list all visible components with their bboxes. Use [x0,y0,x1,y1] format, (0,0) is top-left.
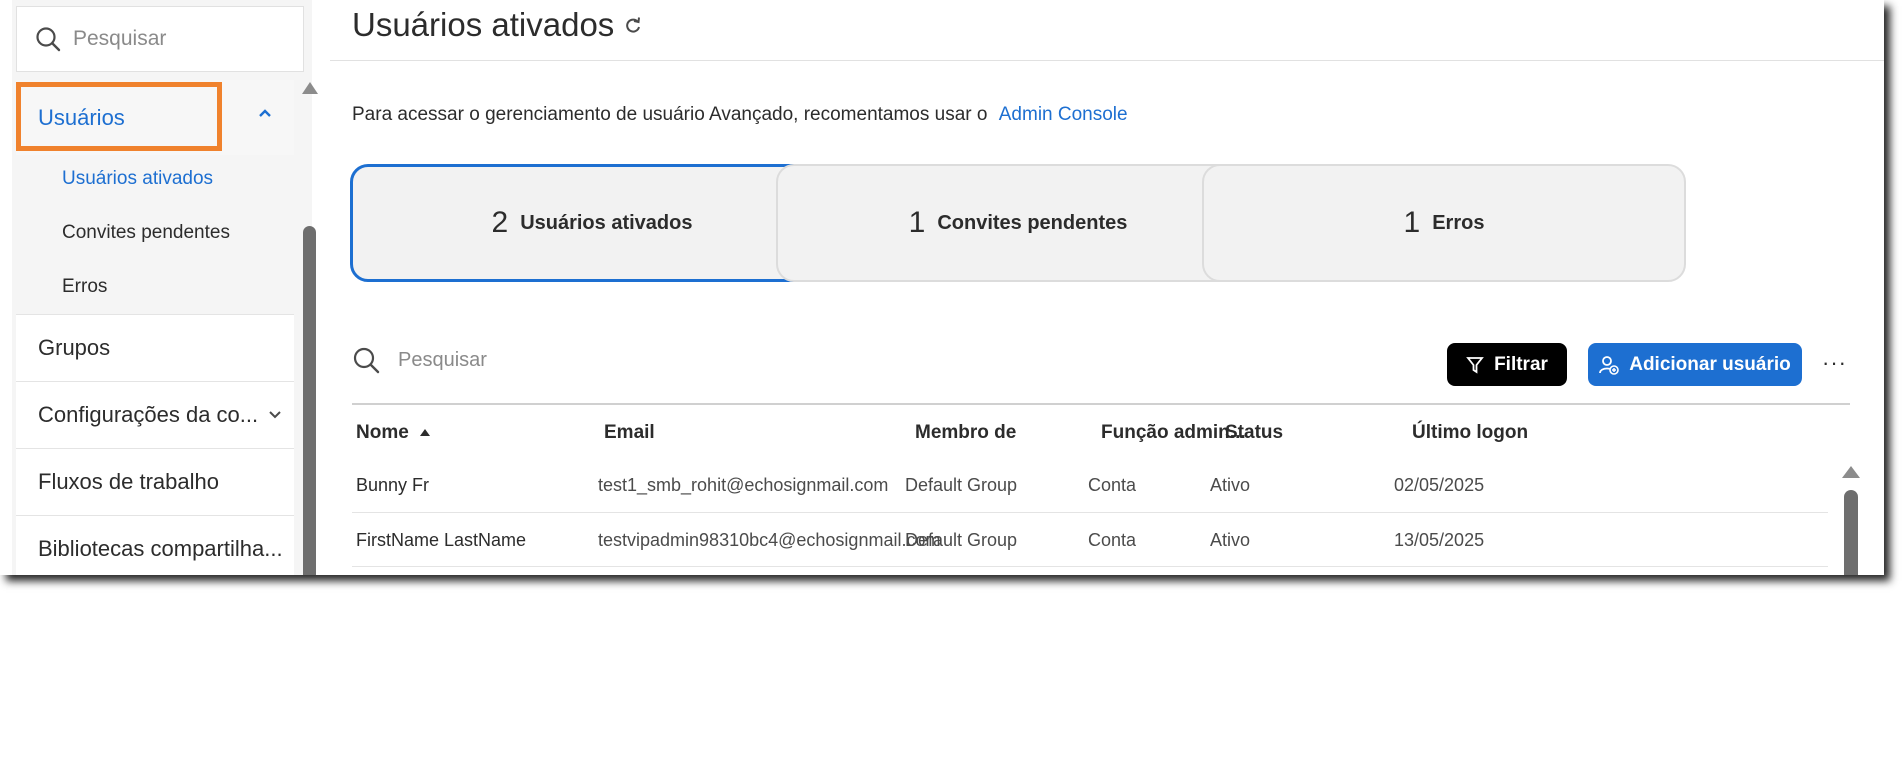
cell-name[interactable]: Bunny Fr [356,475,429,496]
main-content: Usuários ativados Para acessar o gerenci… [330,0,1884,575]
filter-button-label: Filtrar [1494,353,1548,375]
column-header-member-of[interactable]: Membro de [915,422,1016,444]
table-header-divider [352,403,1850,405]
more-options-icon[interactable]: ··· [1822,350,1847,376]
cell-member-of: Default Group [905,530,1018,550]
notice-text: Para acessar o gerenciamento de usuário … [352,104,1128,126]
cell-name[interactable]: FirstName LastName [356,530,526,551]
card-label: Erros [1432,211,1485,234]
page-title-text: Usuários ativados [352,6,615,43]
card-label: Convites pendentes [937,211,1128,234]
search-icon [36,27,61,52]
table-search-input[interactable]: Pesquisar [352,346,487,374]
card-pending-invites[interactable]: 1 Convites pendentes [776,164,1260,282]
table-search-placeholder: Pesquisar [398,348,487,371]
column-header-label: Nome [356,422,409,443]
sidebar-subitem-pending-invites[interactable]: Convites pendentes [16,206,294,260]
card-count: 2 [491,206,509,239]
card-label: Usuários ativados [520,211,693,234]
table-scrollbar-thumb[interactable] [1844,490,1858,575]
cell-admin-role: Conta [1088,530,1137,550]
sidebar-subitem-active-users[interactable]: Usuários ativados [16,152,294,206]
filter-icon [1466,356,1484,374]
sidebar-item-shared-libraries[interactable]: Bibliotecas compartilha... [16,515,294,575]
chevron-up-icon[interactable] [258,108,272,118]
sidebar-scrollbar-thumb[interactable] [303,226,316,575]
column-header-name[interactable]: Nome [356,422,431,444]
card-count: 1 [1403,206,1421,239]
cell-status: Ativo [1210,530,1251,550]
sidebar-scroll-up-arrow[interactable] [302,82,318,94]
cell-email: testvipadmin98310bc4@echosignmail.com [598,530,941,550]
sidebar-item-groups[interactable]: Grupos [16,314,294,381]
card-active-users[interactable]: 2 Usuários ativados [350,164,834,282]
divider [330,60,1884,61]
column-header-email[interactable]: Email [604,422,655,444]
table-scroll-up-arrow[interactable] [1842,466,1860,478]
chevron-down-icon[interactable] [268,410,282,420]
sidebar-item-label: Configurações da co... [38,402,259,427]
card-errors[interactable]: 1 Erros [1202,164,1686,282]
sidebar: Pesquisar Usuários Usuários ativados Con… [12,0,318,575]
sidebar-item-label: Grupos [38,335,111,360]
app-window: Pesquisar Usuários Usuários ativados Con… [0,0,1884,575]
sidebar-subitem-label: Erros [62,276,108,297]
column-header-status[interactable]: Status [1225,422,1283,444]
cell-member-of: Default Group [905,475,1018,495]
column-header-admin-role[interactable]: Função admin... [1101,422,1246,444]
admin-console-link[interactable]: Admin Console [999,104,1128,125]
column-header-last-logon[interactable]: Último logon [1412,422,1528,444]
cell-last-logon: 02/05/2025 [1394,475,1485,495]
sidebar-search-input[interactable]: Pesquisar [16,6,304,72]
cell-status: Ativo [1210,475,1251,495]
refresh-icon[interactable] [624,16,642,34]
row-divider [352,512,1828,513]
cell-last-logon: 13/05/2025 [1394,530,1485,550]
sidebar-item-label: Bibliotecas compartilha... [38,536,283,561]
sort-ascending-icon [420,429,431,437]
card-count: 1 [908,206,926,239]
add-user-button[interactable]: Adicionar usuário [1588,343,1802,386]
highlight-box [16,82,222,151]
sidebar-subitem-label: Usuários ativados [62,168,214,189]
sidebar-subitem-errors[interactable]: Erros [16,260,294,314]
row-divider [352,566,1828,567]
notice-message: Para acessar o gerenciamento de usuário … [352,104,988,125]
sidebar-item-label: Fluxos de trabalho [38,469,219,494]
page-title: Usuários ativados [352,6,642,44]
add-user-icon [1599,355,1620,375]
search-icon [353,347,380,374]
cell-admin-role: Conta [1088,475,1137,495]
sidebar-item-workflows[interactable]: Fluxos de trabalho [16,448,294,515]
sidebar-subitem-label: Convites pendentes [62,222,230,243]
add-user-button-label: Adicionar usuário [1629,353,1791,375]
sidebar-search-placeholder: Pesquisar [73,27,167,50]
filter-button[interactable]: Filtrar [1447,343,1567,386]
cell-email: test1_smb_rohit@echosignmail.com [598,475,889,495]
sidebar-item-settings[interactable]: Configurações da co... [16,381,294,448]
